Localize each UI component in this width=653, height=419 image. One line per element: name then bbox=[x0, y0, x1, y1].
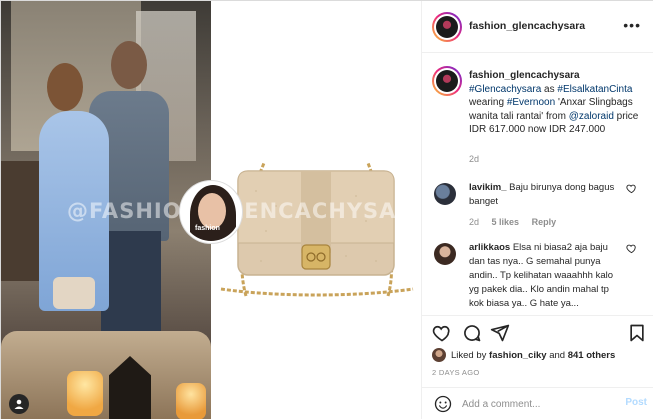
comment-like-heart-icon[interactable] bbox=[626, 183, 637, 194]
comment-like-heart-icon[interactable] bbox=[626, 243, 637, 254]
user-icon bbox=[14, 399, 24, 409]
scene-candle bbox=[176, 383, 206, 419]
liked-prefix: Liked by bbox=[451, 349, 487, 361]
comment-icon[interactable] bbox=[462, 323, 482, 343]
liked-by-row: Liked by fashion_ciky and 841 others bbox=[432, 348, 615, 362]
header-username[interactable]: fashion_glencachysara bbox=[469, 20, 585, 32]
heart-icon[interactable] bbox=[432, 323, 452, 343]
bookmark-icon[interactable] bbox=[627, 323, 647, 343]
add-comment-bar: Post bbox=[422, 387, 653, 419]
comment-username[interactable]: arlikkaos bbox=[469, 242, 510, 253]
caption-timestamp[interactable]: 2d bbox=[469, 154, 479, 164]
reply-button[interactable]: Reply bbox=[532, 217, 557, 227]
post-actions: Liked by fashion_ciky and 841 others 2 D… bbox=[422, 315, 653, 395]
hashtag-link[interactable]: #Evernoon bbox=[507, 97, 555, 108]
share-icon[interactable] bbox=[490, 323, 510, 343]
comment-meta: 2d 5 likes Reply bbox=[469, 217, 566, 227]
hashtag-link[interactable]: #ElsalkatanCinta bbox=[557, 84, 632, 95]
liked-and: and bbox=[549, 349, 566, 361]
post-button[interactable]: Post bbox=[625, 397, 647, 408]
hashtag-link[interactable]: #Glencachysara bbox=[469, 84, 541, 95]
sling-bag-photo bbox=[220, 162, 414, 297]
caption-username[interactable]: fashion_glencachysara bbox=[469, 70, 580, 81]
comment-text: arlikkaos Elsa ni biasa2 aja baju dan ta… bbox=[469, 241, 619, 311]
scene-man-legs bbox=[101, 231, 161, 346]
scene-small-bag bbox=[53, 277, 95, 309]
comment-likes[interactable]: 5 likes bbox=[492, 217, 520, 227]
instagram-post: @FASHION_GLENCACHYSARA fashion fashion_g… bbox=[0, 0, 653, 419]
mention-link[interactable]: @zaloraid bbox=[569, 111, 614, 122]
post-header: fashion_glencachysara ••• bbox=[422, 1, 653, 53]
caption-avatar[interactable] bbox=[432, 66, 462, 96]
caption-text: as bbox=[541, 83, 558, 95]
profile-circle-label: fashion bbox=[195, 225, 220, 232]
face bbox=[198, 193, 226, 229]
comment-avatar[interactable] bbox=[434, 183, 456, 205]
emoji-icon[interactable] bbox=[434, 395, 452, 413]
comments-section[interactable]: fashion_glencachysara #Glencachysara as … bbox=[422, 53, 653, 315]
comment-input[interactable] bbox=[462, 396, 612, 412]
comment-username[interactable]: lavikim_ bbox=[469, 182, 507, 193]
post-side-panel: fashion_glencachysara ••• fashion_glenca… bbox=[421, 1, 653, 419]
image-watermark: @FASHION_GLENCACHYSARA bbox=[67, 199, 421, 223]
liked-user[interactable]: fashion_ciky bbox=[489, 350, 547, 361]
post-caption: fashion_glencachysara #Glencachysara as … bbox=[469, 69, 649, 137]
more-horizontal-icon[interactable]: ••• bbox=[623, 17, 641, 33]
liked-by-avatar[interactable] bbox=[432, 348, 446, 362]
tagged-user-icon[interactable] bbox=[9, 394, 29, 414]
header-avatar[interactable] bbox=[432, 12, 462, 42]
comment-text: lavikim_ Baju birunya dong bagus banget bbox=[469, 181, 619, 209]
liked-others[interactable]: 841 others bbox=[568, 350, 616, 361]
scene-woman-head bbox=[47, 63, 83, 111]
post-image[interactable]: @FASHION_GLENCACHYSARA fashion bbox=[1, 1, 421, 419]
scene-man-head bbox=[111, 41, 147, 89]
model-profile-circle: fashion bbox=[180, 181, 242, 243]
comment-avatar[interactable] bbox=[434, 243, 456, 265]
comment-age[interactable]: 2d bbox=[469, 217, 479, 227]
scene-candle bbox=[67, 371, 103, 416]
post-date[interactable]: 2 DAYS AGO bbox=[432, 368, 479, 377]
caption-text: wearing bbox=[469, 97, 507, 108]
